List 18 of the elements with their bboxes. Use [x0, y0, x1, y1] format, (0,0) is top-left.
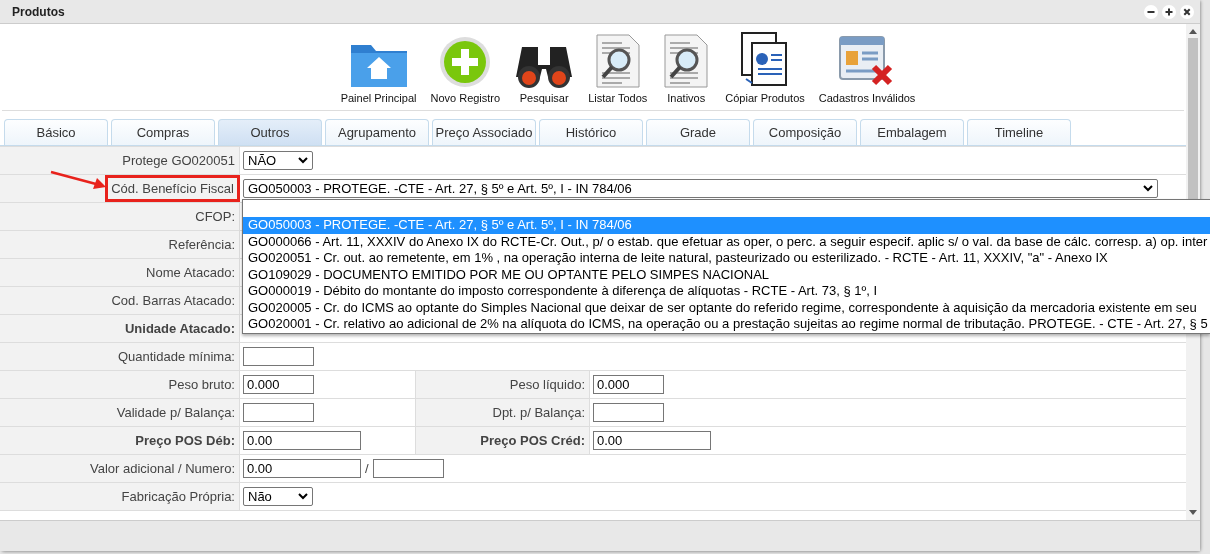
- field-label: Valor adicional / Numero:: [90, 461, 235, 476]
- field-label: Nome Atacado:: [146, 265, 235, 280]
- field-label: Protege GO020051: [122, 153, 235, 168]
- field-label: CFOP:: [195, 209, 235, 224]
- field-label: Cod. Barras Atacado:: [111, 293, 235, 308]
- field-label: Preço POS Déb:: [135, 433, 235, 448]
- field-label: Preço POS Créd:: [480, 433, 585, 448]
- field-label: Quantidade mínima:: [117, 349, 235, 364]
- window-title: Produtos: [12, 4, 65, 19]
- field-label: Dpt. p/ Balança:: [492, 405, 585, 420]
- field-label: Fabricação Própria:: [121, 489, 235, 504]
- field-label: Referência:: [168, 237, 235, 252]
- separator-text: /: [365, 461, 369, 476]
- field-label: Validade p/ Balança:: [116, 405, 235, 420]
- field-label: Peso bruto:: [168, 377, 235, 392]
- field-label: Peso líquido:: [509, 377, 585, 392]
- field-label: Cód. Benefício Fiscal: [105, 175, 240, 202]
- field-label: Unidade Atacado:: [124, 321, 235, 336]
